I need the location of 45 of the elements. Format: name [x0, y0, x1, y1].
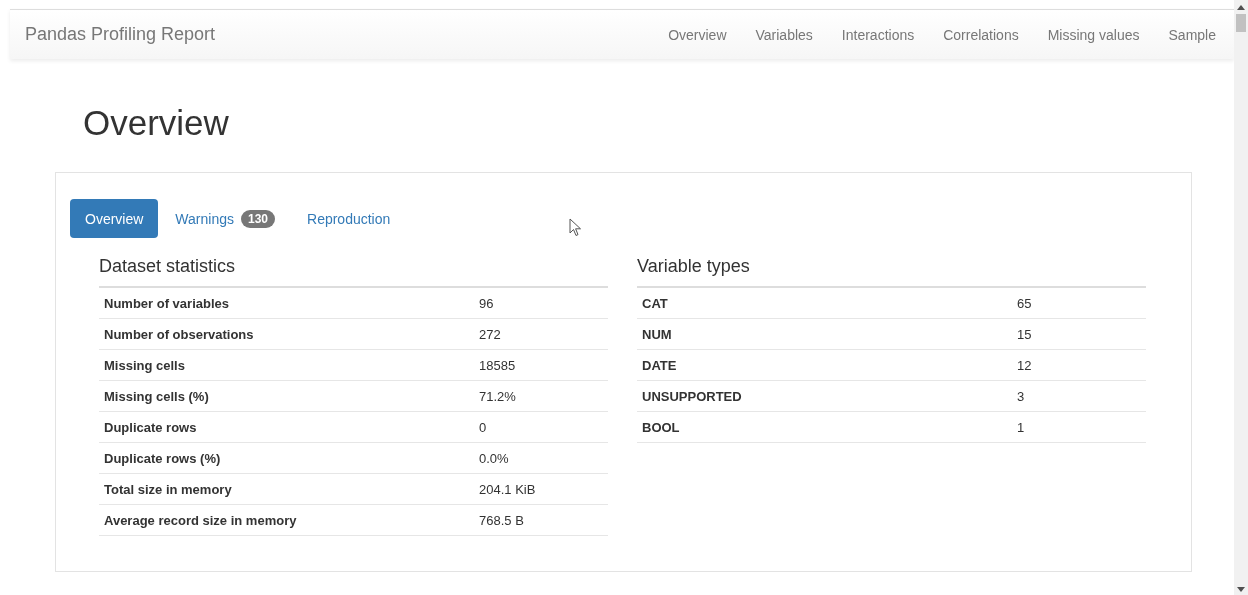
table-cell-text: 1	[1016, 419, 1025, 435]
table-cell-text: Number of observations	[103, 326, 255, 342]
table-cell-text: 12	[1016, 357, 1032, 373]
tab[interactable]: Overview	[70, 199, 159, 238]
table-cell-text: 768.5 B	[478, 512, 524, 528]
scroll-down-icon[interactable]	[1237, 587, 1245, 592]
table-cell-text: 0	[478, 419, 487, 435]
page-title: Overview	[83, 103, 230, 143]
scroll-up-icon[interactable]	[1237, 5, 1245, 10]
tab[interactable]: Warnings 130	[160, 199, 290, 238]
count-badge: 130	[241, 209, 275, 228]
cursor-icon	[569, 218, 582, 237]
table-cell-text: Duplicate rows (%)	[103, 450, 222, 466]
table-cell-text: UNSUPPORTED	[641, 388, 743, 404]
table-cell-text: 0.0%	[478, 450, 509, 466]
tab[interactable]: Reproduction	[292, 199, 406, 238]
table-cell-text: Number of variables	[103, 295, 230, 311]
table-cell-text: 65	[1016, 295, 1032, 311]
nav-link[interactable]: Interactions	[826, 26, 929, 43]
scrollbar[interactable]	[1234, 0, 1248, 595]
nav-link[interactable]: Missing values	[1032, 26, 1154, 43]
brand-title[interactable]: Pandas Profiling Report	[25, 24, 216, 45]
table-cell-text: Missing cells	[103, 357, 186, 373]
nav-link[interactable]: Overview	[653, 26, 741, 43]
table-cell-text: 96	[478, 295, 494, 311]
table-title: Dataset statistics	[99, 256, 608, 288]
table-cell-text: 15	[1016, 326, 1032, 342]
table-cell-text: Duplicate rows	[103, 419, 198, 435]
table-cell-text: 3	[1016, 388, 1025, 404]
table-cell-text: CAT	[641, 295, 669, 311]
nav-link[interactable]: Sample	[1153, 26, 1230, 43]
table-title: Variable types	[637, 256, 1146, 288]
nav-link[interactable]: Variables	[740, 26, 827, 43]
nav-link[interactable]: Correlations	[928, 26, 1033, 43]
table-cell-text: DATE	[641, 357, 678, 373]
table-cell-text: Average record size in memory	[103, 512, 298, 528]
table-cell-text: Total size in memory	[103, 481, 233, 497]
table-cell-text: 204.1 KiB	[478, 481, 536, 497]
table-cell-text: 18585	[478, 357, 516, 373]
table-cell-text: NUM	[641, 326, 673, 342]
table-cell-text: Missing cells (%)	[103, 388, 210, 404]
table-cell-text: 272	[478, 326, 501, 342]
table-cell-text: BOOL	[641, 419, 681, 435]
table-cell-text: 71.2%	[478, 388, 516, 404]
scroll-thumb[interactable]	[1236, 14, 1246, 32]
